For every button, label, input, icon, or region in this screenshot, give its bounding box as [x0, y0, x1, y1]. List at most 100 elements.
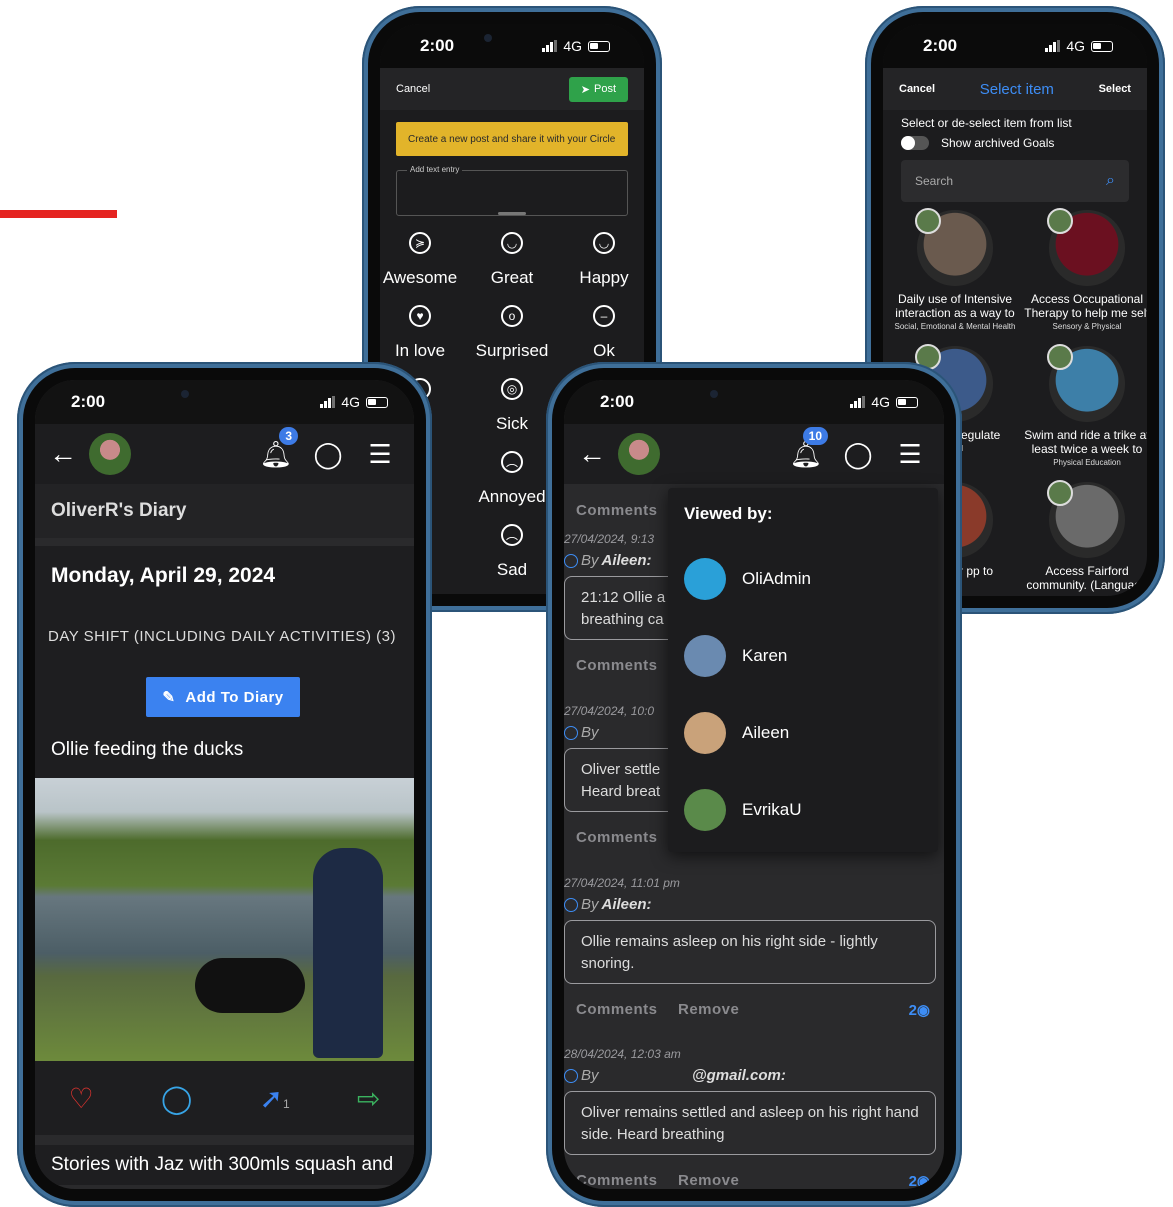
neutral-face-icon: – [593, 305, 615, 327]
comments-link[interactable]: Comments [576, 657, 658, 674]
bell-icon[interactable]: 🔔︎ 10 [786, 426, 828, 470]
battery-icon [588, 40, 610, 52]
notification-badge: 10 [802, 426, 828, 445]
avatar[interactable] [89, 433, 131, 475]
author-prefix: By [581, 896, 599, 913]
mood-label: Great [490, 268, 534, 287]
goal-item[interactable]: Access Fairford community. (Language [1021, 480, 1147, 596]
bell-icon[interactable]: 🔔︎ 3 [256, 426, 298, 470]
mood-option[interactable]: ≽ Awesome [380, 224, 466, 291]
remove-button[interactable]: Remove [678, 1001, 739, 1018]
viewed-by-title: Viewed by: [684, 504, 773, 523]
comment-date: 28/04/2024, 12:03 am [564, 1047, 681, 1061]
phone-diary: 2:00 4G ← 🔔︎ 3 ◯ ☰ OliverR's Diary Monday… [17, 362, 432, 1207]
mood-option[interactable]: ︵ Annoyed [466, 443, 558, 510]
view-count[interactable]: 2◉ [909, 1172, 930, 1189]
eye-icon: ◉ [916, 1173, 930, 1189]
avatar [684, 635, 726, 677]
remove-button[interactable]: Remove [678, 1172, 739, 1189]
goal-owner-avatar [915, 208, 941, 234]
author-status-icon [564, 553, 578, 568]
post-topbar: Cancel ➤ Post [380, 68, 644, 110]
diary-navbar: ← 🔔︎ 3 ◯ ☰ [35, 424, 414, 484]
signal-icon [1045, 40, 1061, 52]
goal-item[interactable]: Swim and ride a trike at least twice a w… [1021, 344, 1147, 474]
mood-label: Sad [496, 560, 528, 579]
goal-title: Swim and ride a trike at least twice a w… [1024, 428, 1147, 456]
menu-icon[interactable]: ☰ [360, 439, 400, 470]
view-count-number: 2 [908, 1002, 917, 1019]
comment-author: By [564, 1067, 602, 1084]
mood-option[interactable]: ♥ In love [380, 297, 466, 364]
search-bar[interactable]: Search ⌕ [901, 160, 1129, 202]
diary-title: OliverR's Diary [35, 484, 414, 538]
sheet-handle[interactable] [498, 212, 526, 215]
avatar[interactable] [618, 433, 660, 475]
boost-count: 1 [282, 1096, 290, 1111]
view-count[interactable]: 2◉ [909, 1001, 930, 1019]
viewer-row[interactable]: OliAdmin [684, 558, 811, 600]
mood-option[interactable]: ◡ Great [466, 224, 558, 291]
edit-icon: ✎ [162, 689, 176, 706]
mood-label: Happy [579, 268, 629, 287]
author-prefix: By [581, 724, 599, 741]
chat-icon[interactable]: ◯ [308, 439, 348, 470]
post-photo[interactable] [35, 778, 414, 1061]
status-time: 2:00 [923, 36, 958, 55]
goal-category: Physical Education [1053, 458, 1121, 467]
heart-icon[interactable]: ♡ [69, 1082, 94, 1115]
text-entry-field[interactable]: Add text entry [396, 165, 628, 216]
goal-image [1047, 480, 1125, 558]
comment-text: Oliver remains settled and asleep on his… [564, 1091, 936, 1155]
comment-author: By Aileen: [564, 896, 652, 913]
mood-option[interactable]: – Ok [558, 297, 644, 364]
mood-label: Sick [495, 414, 529, 433]
post-button[interactable]: ➤ Post [568, 76, 628, 102]
signal-icon [320, 396, 336, 408]
viewer-row[interactable]: EvrikaU [684, 789, 802, 831]
goal-owner-avatar [1047, 480, 1073, 506]
goal-item[interactable]: Daily use of Intensive interaction as a … [889, 208, 1021, 338]
add-to-diary-button[interactable]: ✎ Add To Diary [146, 677, 300, 717]
comment-date: 27/04/2024, 10:0 [564, 704, 655, 718]
archived-toggle[interactable] [901, 136, 929, 150]
comments-link[interactable]: Comments [576, 829, 658, 846]
select-button[interactable]: Select [1099, 83, 1131, 95]
network-label: 4G [563, 38, 582, 54]
search-icon[interactable]: ⌕ [1106, 172, 1115, 190]
share-icon[interactable]: ⇨ [357, 1082, 380, 1115]
search-input[interactable]: Search [915, 174, 953, 188]
comments-link[interactable]: Comments [576, 1172, 658, 1189]
mood-option[interactable]: ◡ Happy [558, 224, 644, 291]
boost-icon[interactable]: ➚1 [260, 1082, 290, 1115]
comments-link[interactable]: Comments [576, 502, 658, 519]
back-arrow-icon[interactable]: ← [49, 438, 77, 470]
goal-title: Access Occupational Therapy to help me s… [1024, 292, 1147, 320]
comment-date: 27/04/2024, 9:13 [564, 532, 655, 546]
viewer-row[interactable]: Aileen [684, 712, 789, 754]
archived-toggle-row: Show archived Goals [901, 136, 1054, 150]
heart-eyes-face-icon: ♥ [409, 305, 431, 327]
mood-option[interactable]: ︵ Sad [466, 516, 558, 583]
mood-option[interactable]: ◎ Sick [466, 370, 558, 437]
goal-item[interactable]: Access Occupational Therapy to help me s… [1021, 208, 1147, 338]
chat-icon[interactable]: ◯ [838, 439, 878, 470]
author-status-icon [564, 725, 578, 740]
status-bar: 2:00 4G [883, 24, 1147, 68]
cancel-button[interactable]: Cancel [899, 83, 935, 95]
mood-label: Awesome [382, 268, 458, 287]
comment-icon[interactable]: ◯ [161, 1082, 192, 1115]
goal-title: Access Fairford community. (Language [1026, 564, 1147, 592]
goal-category: Social, Emotional & Mental Health [894, 322, 1016, 331]
back-arrow-icon[interactable]: ← [578, 438, 606, 470]
cancel-button[interactable]: Cancel [396, 83, 430, 95]
goal-title: Daily use of Intensive interaction as a … [895, 292, 1015, 320]
comments-link[interactable]: Comments [576, 1001, 658, 1018]
viewer-row[interactable]: Karen [684, 635, 787, 677]
mood-option[interactable]: o Surprised [466, 297, 558, 364]
avatar [684, 789, 726, 831]
goal-owner-avatar [1047, 344, 1073, 370]
menu-icon[interactable]: ☰ [890, 439, 930, 470]
comment-date: 27/04/2024, 11:01 pm [564, 876, 680, 890]
eye-icon: ◉ [916, 1002, 930, 1019]
